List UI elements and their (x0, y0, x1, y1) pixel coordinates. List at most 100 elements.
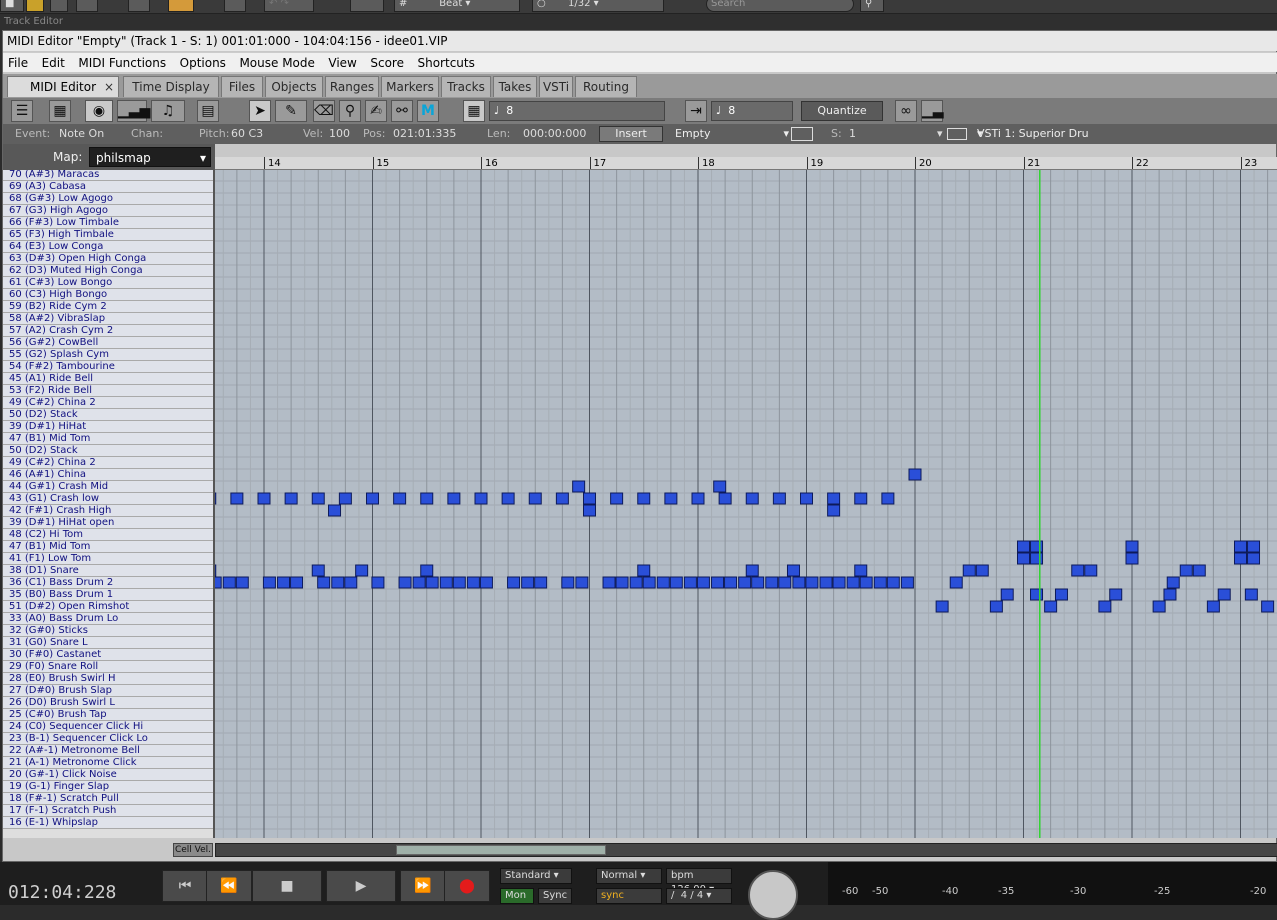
drum-key-row[interactable]: 24 (C0) Sequencer Click Hi (3, 721, 213, 733)
drum-key-row[interactable]: 57 (A2) Crash Cym 2 (3, 325, 213, 337)
midi-note[interactable] (1244, 588, 1258, 601)
list-view-icon[interactable]: ☰ (11, 100, 33, 122)
drum-key-row[interactable]: 51 (D#2) Open Rimshot (3, 601, 213, 613)
midi-note[interactable] (615, 576, 629, 589)
signature-field[interactable]: / 4 / 4 ▾ (666, 888, 732, 904)
note-grid[interactable] (215, 170, 1277, 838)
midi-note[interactable] (230, 492, 244, 505)
controller-icon[interactable]: ▁▃▅ (117, 100, 150, 122)
midi-note[interactable] (583, 504, 596, 517)
drum-key-row[interactable]: 29 (F0) Snare Roll (3, 661, 213, 673)
glue-icon[interactable]: ⚯ (391, 100, 413, 122)
drum-key-row[interactable]: 64 (E3) Low Conga (3, 241, 213, 253)
volume-knob[interactable] (748, 870, 798, 920)
midi-note[interactable] (528, 492, 542, 505)
drum-key-row[interactable]: 49 (C#2) China 2 (3, 397, 213, 409)
midi-note[interactable] (751, 576, 765, 589)
drum-key-row[interactable]: 62 (D3) Muted High Conga (3, 265, 213, 277)
drum-key-row[interactable]: 69 (A3) Cabasa (3, 181, 213, 193)
midi-note[interactable] (656, 576, 670, 589)
close-icon[interactable]: × (104, 77, 114, 98)
eraser-icon[interactable]: ⌫ (313, 100, 335, 122)
midi-note[interactable] (827, 492, 841, 505)
tool-icon[interactable] (50, 0, 68, 12)
drum-key-row[interactable]: 55 (G2) Splash Cym (3, 349, 213, 361)
midi-note[interactable] (338, 492, 352, 505)
event-list-icon[interactable]: ▤ (197, 100, 219, 122)
midi-note[interactable] (1017, 540, 1030, 553)
search-icon[interactable]: ⚲ (860, 0, 884, 12)
midi-note[interactable] (691, 492, 705, 505)
tab-time-display[interactable]: Time Display (123, 76, 219, 97)
highlighter-icon[interactable]: ✍ (365, 100, 387, 122)
midi-note[interactable] (881, 492, 895, 505)
drum-key-row[interactable]: 61 (C#3) Low Bongo (3, 277, 213, 289)
drum-key-row[interactable]: 47 (B1) Mid Tom (3, 541, 213, 553)
midi-note[interactable] (718, 492, 732, 505)
map-select[interactable]: philsmap ▾ (89, 147, 211, 167)
midi-note[interactable] (669, 576, 683, 589)
tab-tracks[interactable]: Tracks (441, 76, 491, 97)
drum-key-row[interactable]: 31 (G0) Snare L (3, 637, 213, 649)
midi-note[interactable] (575, 576, 589, 589)
undo-redo-icon[interactable]: ↶ ↷ (264, 0, 314, 12)
menu-options[interactable]: Options (175, 53, 231, 73)
midi-note[interactable] (215, 576, 222, 589)
midi-note[interactable] (1261, 600, 1275, 613)
drum-key-row[interactable]: 35 (B0) Bass Drum 1 (3, 589, 213, 601)
drum-key-row[interactable]: 45 (A1) Ride Bell (3, 373, 213, 385)
drum-key-row[interactable]: 32 (G#0) Sticks (3, 625, 213, 637)
midi-note[interactable] (696, 576, 710, 589)
pointer-icon[interactable]: ➤ (249, 100, 271, 122)
midi-note[interactable] (1206, 600, 1220, 613)
save-icon[interactable] (76, 0, 98, 12)
drum-key-row[interactable]: 58 (A#2) VibraSlap (3, 313, 213, 325)
tab-routing[interactable]: Routing (575, 76, 637, 97)
drum-key-row[interactable]: 18 (F#-1) Scratch Pull (3, 793, 213, 805)
midi-note[interactable] (1247, 552, 1261, 565)
mon-button[interactable]: Mon (500, 888, 534, 904)
midi-note[interactable] (371, 576, 385, 589)
drum-key-row[interactable]: 38 (D1) Snare (3, 565, 213, 577)
event-value[interactable]: Note On (59, 124, 104, 144)
drum-key-row[interactable]: 59 (B2) Ride Cym 2 (3, 301, 213, 313)
drum-key-row[interactable]: 16 (E-1) Whipslap (3, 817, 213, 829)
go-to-start-icon[interactable]: ⏮ (162, 870, 208, 902)
play-icon[interactable]: ▶ (326, 870, 396, 902)
midi-note[interactable] (215, 492, 217, 505)
midi-note[interactable] (873, 576, 887, 589)
midi-note[interactable] (1234, 552, 1247, 565)
midi-note[interactable] (854, 564, 868, 577)
midi-note[interactable] (745, 564, 759, 577)
search-input[interactable]: Search (706, 0, 854, 12)
midi-note[interactable] (1247, 540, 1261, 553)
midi-note[interactable] (637, 564, 651, 577)
edit-icon[interactable] (224, 0, 246, 12)
drum-key-row[interactable]: 68 (G#3) Low Agogo (3, 193, 213, 205)
menu-midi-functions[interactable]: MIDI Functions (73, 53, 171, 73)
midi-note[interactable] (1084, 564, 1098, 577)
bracket-icon[interactable] (791, 127, 813, 141)
midi-note[interactable] (900, 576, 914, 589)
midi-note[interactable] (311, 564, 325, 577)
midi-note[interactable] (534, 576, 548, 589)
drum-key-row[interactable]: 30 (F#0) Castanet (3, 649, 213, 661)
midi-note[interactable] (846, 576, 860, 589)
drum-key-row[interactable]: 48 (C2) Hi Tom (3, 529, 213, 541)
note-grid-canvas[interactable] (215, 170, 1277, 838)
drum-key-row[interactable]: 66 (F#3) Low Timbale (3, 217, 213, 229)
midi-note[interactable] (555, 492, 569, 505)
pos-value[interactable]: 021:01:335 (393, 124, 456, 144)
midi-note[interactable] (738, 576, 752, 589)
midi-note[interactable] (1071, 564, 1085, 577)
drum-key-row[interactable]: 65 (F3) High Timbale (3, 229, 213, 241)
midi-note[interactable] (792, 576, 806, 589)
midi-note[interactable] (1125, 540, 1139, 553)
menu-mouse-mode[interactable]: Mouse Mode (234, 53, 319, 73)
midi-note[interactable] (765, 576, 779, 589)
midi-note[interactable] (854, 492, 868, 505)
tab-ranges[interactable]: Ranges (325, 76, 379, 97)
midi-note[interactable] (1192, 564, 1206, 577)
cursor-icon[interactable] (128, 0, 150, 12)
quantize-button[interactable]: Quantize (801, 101, 883, 121)
